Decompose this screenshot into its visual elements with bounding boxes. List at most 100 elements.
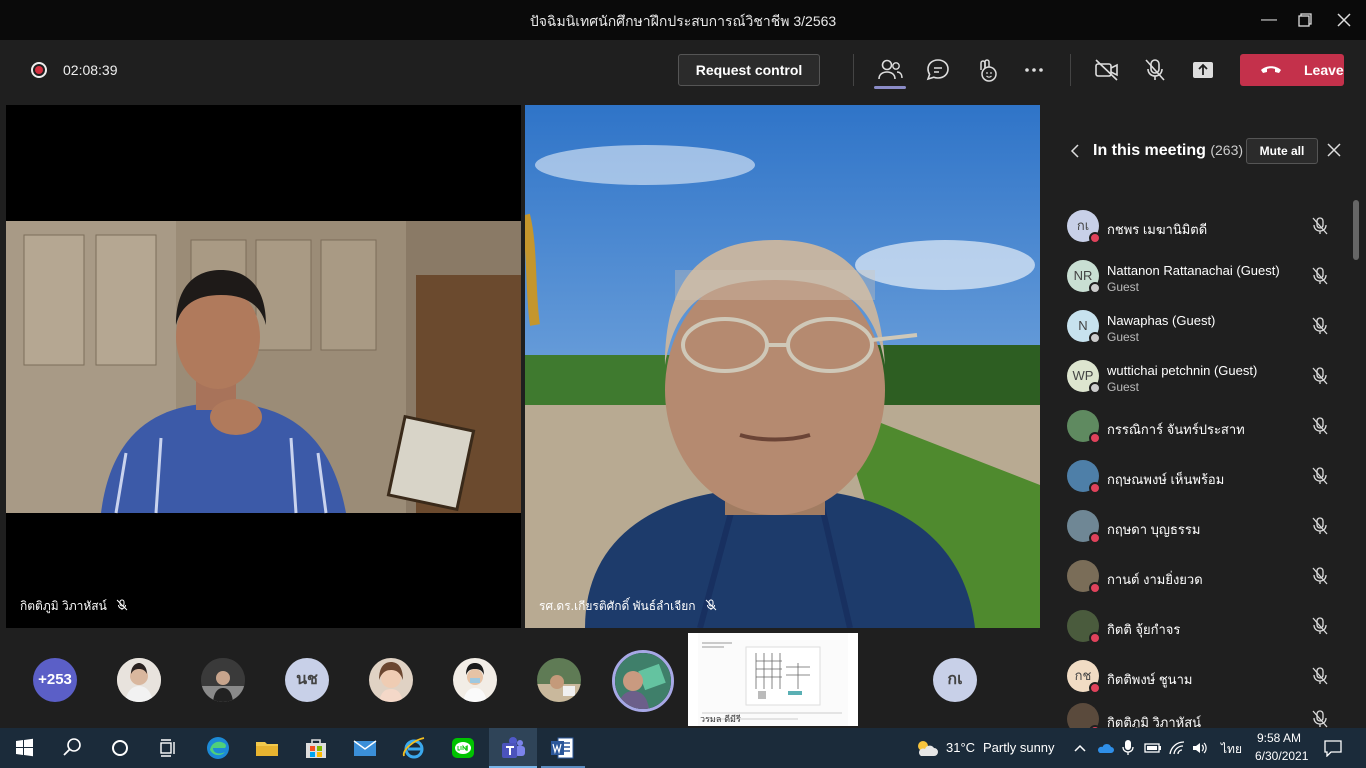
- participant-role: Guest: [1107, 380, 1140, 394]
- minimize-button[interactable]: —: [1257, 8, 1281, 32]
- avatar[interactable]: [537, 658, 581, 702]
- internet-explorer-icon[interactable]: [400, 734, 428, 762]
- presence-status-icon: [1089, 432, 1101, 444]
- participant-row[interactable]: กเ กชพร เมฆานิมิตดี: [1046, 204, 1366, 254]
- mic-off-icon[interactable]: [1310, 516, 1330, 536]
- chat-icon[interactable]: [924, 56, 952, 84]
- request-control-button[interactable]: Request control: [678, 54, 820, 86]
- microphone-icon[interactable]: [1121, 739, 1135, 757]
- participant-video-feed: [6, 105, 521, 628]
- mic-off-icon[interactable]: [1310, 416, 1330, 436]
- window-title: ปัจฉิมนิเทศนักศึกษาฝึกประสบการณ์วิชาชีพ …: [529, 13, 837, 29]
- participant-row[interactable]: NR Nattanon Rattanachai (Guest) Guest: [1046, 254, 1366, 304]
- mic-off-icon[interactable]: [1310, 566, 1330, 586]
- weather-condition[interactable]: Partly sunny: [983, 740, 1055, 755]
- participant-name: กานต์ งามยิ่งยวด: [1107, 572, 1203, 587]
- avatar[interactable]: กเ: [933, 658, 977, 702]
- avatar-photo: [117, 658, 161, 702]
- weather-icon[interactable]: [914, 738, 938, 758]
- taskbar: 31°C Partly sunny ไทย 9:58 AM 6/30/2021: [0, 728, 1366, 768]
- presence-status-icon: [1089, 532, 1101, 544]
- avatar[interactable]: นช: [285, 658, 329, 702]
- avatar[interactable]: [117, 658, 161, 702]
- teams-icon[interactable]: [499, 734, 527, 762]
- avatar[interactable]: [201, 658, 245, 702]
- participant-row[interactable]: กิตติ จุ้ยกำจร: [1046, 604, 1366, 654]
- edge-icon[interactable]: [204, 734, 232, 762]
- participants-panel: In this meeting (263) Mute all กเ กชพร เม…: [1046, 100, 1366, 737]
- more-options-icon[interactable]: [1020, 56, 1048, 84]
- windows-start-icon[interactable]: [10, 734, 38, 762]
- participant-row[interactable]: กฤษณพงษ์ เห็นพร้อม: [1046, 454, 1366, 504]
- participants-panel-header: In this meeting (263) Mute all: [1046, 138, 1366, 166]
- share-tray-icon[interactable]: [1189, 56, 1217, 84]
- maximize-button[interactable]: [1293, 8, 1317, 32]
- participant-row[interactable]: กฤษดา บุญธรรม: [1046, 504, 1366, 554]
- mic-off-icon[interactable]: [1310, 666, 1330, 686]
- participant-row[interactable]: N Nawaphas (Guest) Guest: [1046, 304, 1366, 354]
- avatar[interactable]: [369, 658, 413, 702]
- mic-off-icon[interactable]: [1310, 616, 1330, 636]
- search-icon[interactable]: [58, 734, 86, 762]
- battery-icon[interactable]: [1143, 740, 1163, 756]
- store-icon[interactable]: [302, 734, 330, 762]
- avatar[interactable]: [453, 658, 497, 702]
- presence-status-icon: [1089, 682, 1101, 694]
- clock-date[interactable]: 6/30/2021: [1255, 749, 1308, 763]
- leave-button[interactable]: Leave: [1240, 54, 1344, 86]
- input-language-indicator[interactable]: ไทย: [1221, 740, 1242, 759]
- volume-icon[interactable]: [1191, 740, 1209, 756]
- meeting-toolbar: 02:08:39 Request control Leave: [0, 40, 1366, 100]
- wifi-icon[interactable]: [1168, 740, 1186, 756]
- participant-row[interactable]: กานต์ งามยิ่งยวด: [1046, 554, 1366, 604]
- participant-name: กิตติพงษ์ ชูนาม: [1107, 672, 1193, 687]
- mail-icon[interactable]: [351, 734, 379, 762]
- mic-off-icon[interactable]: [1141, 56, 1169, 84]
- video-tile[interactable]: กิตติภูมิ วิภาหัสน์: [6, 105, 521, 628]
- line-app-icon[interactable]: [449, 734, 477, 762]
- file-explorer-icon[interactable]: [253, 734, 281, 762]
- participant-row[interactable]: WP wuttichai petchnin (Guest) Guest: [1046, 354, 1366, 404]
- chevron-up-icon[interactable]: [1073, 741, 1087, 755]
- cortana-icon[interactable]: [106, 734, 134, 762]
- participant-name-label: กิตติภูมิ วิภาหัสน์: [20, 597, 128, 616]
- mic-off-icon: [116, 599, 128, 611]
- notifications-icon[interactable]: [1323, 739, 1343, 757]
- active-speaker-avatar[interactable]: [612, 650, 674, 712]
- avatar-photo: [615, 653, 671, 709]
- clock-time[interactable]: 9:58 AM: [1257, 731, 1301, 745]
- reactions-icon[interactable]: [972, 56, 1000, 84]
- mic-off-icon[interactable]: [1310, 216, 1330, 236]
- avatar-photo: [453, 658, 497, 702]
- avatar-photo: [201, 658, 245, 702]
- chevron-left-icon[interactable]: [1070, 144, 1082, 158]
- mic-off-icon[interactable]: [1310, 316, 1330, 336]
- people-icon[interactable]: [876, 56, 904, 84]
- participant-row[interactable]: กรรณิการ์ จันทร์ประสาท: [1046, 404, 1366, 454]
- onedrive-icon[interactable]: [1096, 740, 1114, 756]
- close-window-button[interactable]: [1332, 8, 1356, 32]
- mic-off-icon: [705, 599, 717, 611]
- toolbar-divider: [1070, 54, 1071, 86]
- mic-off-icon[interactable]: [1310, 366, 1330, 386]
- mic-off-icon[interactable]: [1310, 266, 1330, 286]
- task-view-icon[interactable]: [154, 734, 182, 762]
- shared-content-thumbnail[interactable]: วรมล ดีมีรี: [688, 633, 858, 726]
- mic-off-icon[interactable]: [1310, 709, 1330, 729]
- share-presenter-label: วรมล ดีมีรี: [700, 714, 741, 725]
- more-participants-button[interactable]: +253: [33, 658, 77, 702]
- video-tile[interactable]: รศ.ดร.เกียรติศักดิ์ พันธ์ลำเจียก: [525, 105, 1040, 628]
- camera-off-icon[interactable]: [1093, 56, 1121, 84]
- word-icon[interactable]: [548, 734, 576, 762]
- participant-name: กชพร เมฆานิมิตดี: [1107, 222, 1208, 237]
- participant-name: กิตติภูมิ วิภาหัสน์: [20, 599, 107, 613]
- mute-all-button[interactable]: Mute all: [1246, 138, 1318, 164]
- weather-temperature[interactable]: 31°C: [946, 740, 975, 755]
- panel-title-text: In this meeting: [1093, 142, 1206, 159]
- panel-scrollbar[interactable]: [1353, 200, 1359, 260]
- participant-strip: +253 นช กเ: [0, 632, 1046, 728]
- mic-off-icon[interactable]: [1310, 466, 1330, 486]
- avatar-photo: [537, 658, 581, 702]
- close-icon[interactable]: [1327, 143, 1341, 157]
- shared-document-preview: วรมล ดีมีรี: [688, 633, 858, 726]
